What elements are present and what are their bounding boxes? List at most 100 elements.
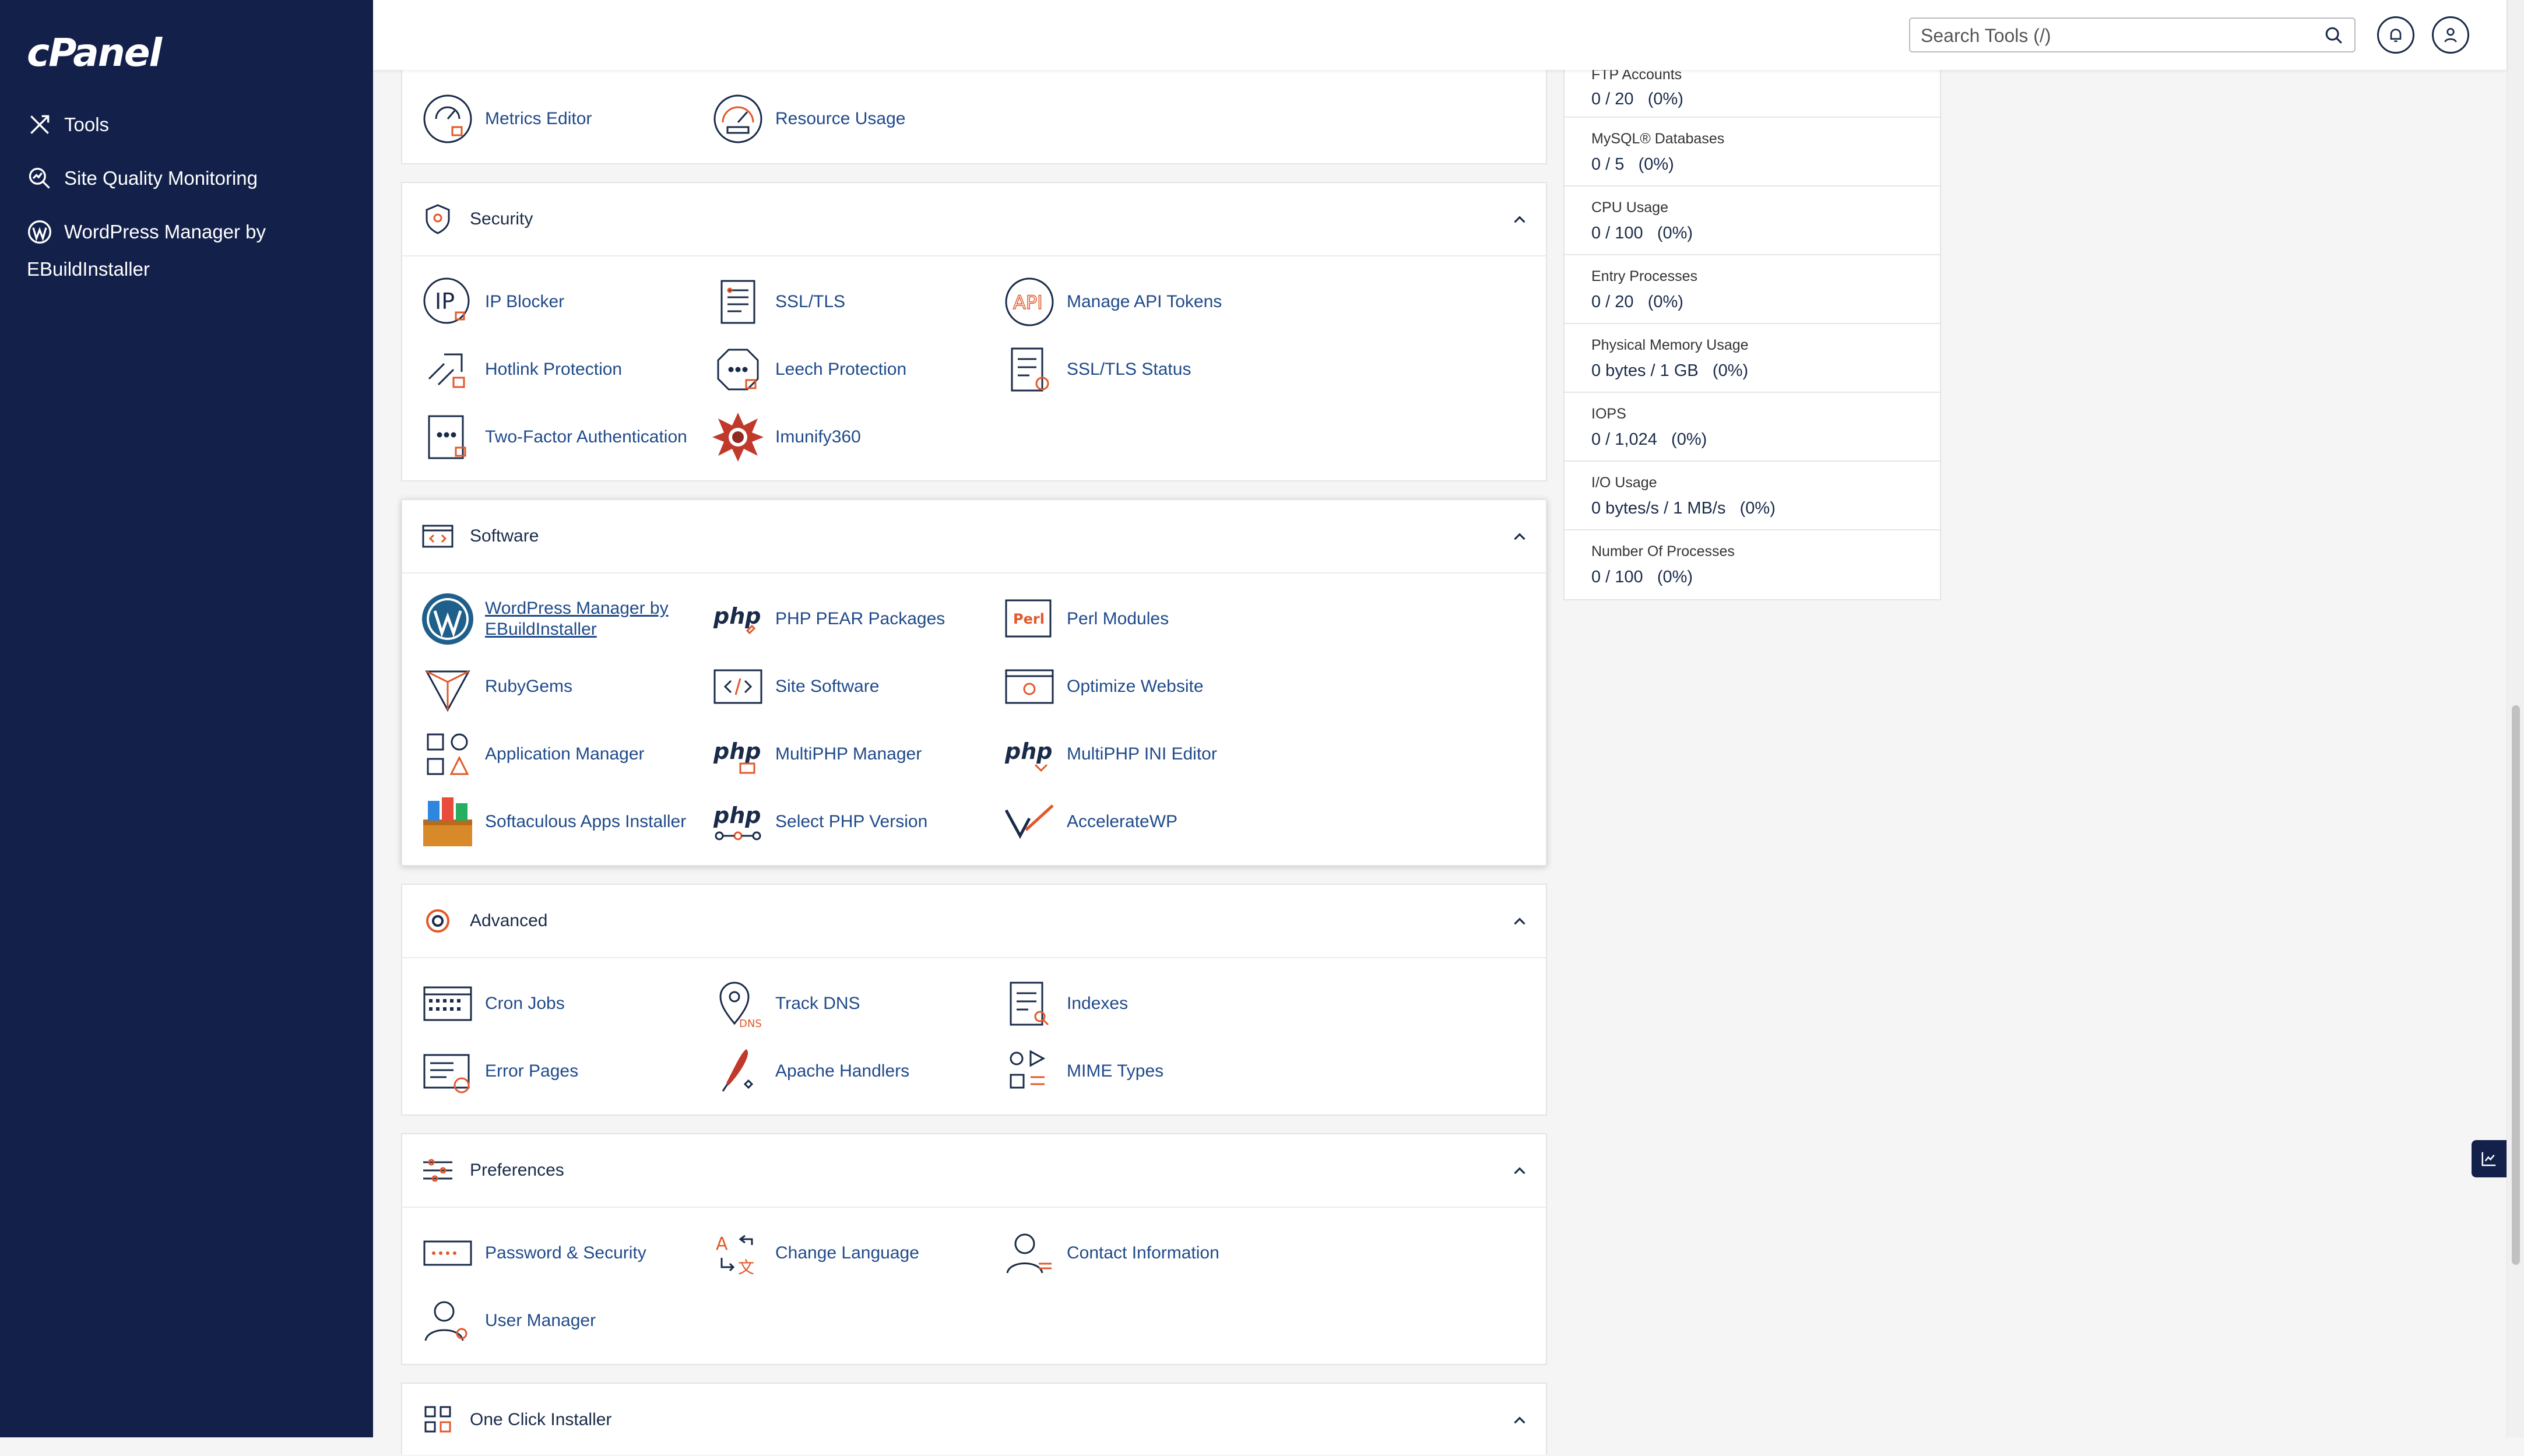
tool-two-factor-authentication[interactable]: Two-Factor Authentication xyxy=(421,410,687,464)
hotlink-icon xyxy=(421,343,474,396)
tool-metrics-editor[interactable]: Metrics Editor xyxy=(421,92,592,146)
code-window-icon xyxy=(711,660,765,713)
tool-label: Resource Usage xyxy=(775,109,906,128)
svg-text:php: php xyxy=(713,603,761,629)
tool-wordpress-manager[interactable]: WordPress Manager by EBuildInstaller xyxy=(421,592,672,646)
security-panel-header[interactable]: Security xyxy=(402,183,1546,256)
tool-error-pages[interactable]: Error Pages xyxy=(421,1044,578,1098)
wordpress-icon xyxy=(421,592,474,646)
tool-perl-modules[interactable]: Perl Perl Modules xyxy=(1003,592,1169,646)
software-panel-header[interactable]: Software xyxy=(402,500,1546,574)
tool-label: MultiPHP INI Editor xyxy=(1067,744,1217,764)
stat-value: 0 / 1,024 (0%) xyxy=(1591,430,1707,449)
search-input[interactable] xyxy=(1920,19,2307,52)
acceleratewp-icon xyxy=(1003,795,1056,849)
tool-rubygems[interactable]: RubyGems xyxy=(421,660,572,713)
chevron-up-icon[interactable] xyxy=(1510,1411,1530,1430)
bell-icon xyxy=(2390,29,2402,42)
chevron-up-icon[interactable] xyxy=(1510,210,1530,230)
tool-label: Track DNS xyxy=(775,994,860,1013)
tool-ssl-tls-status[interactable]: SSL/TLS Status xyxy=(1003,343,1191,396)
tool-leech-protection[interactable]: Leech Protection xyxy=(711,343,906,396)
statistics-panel: FTP Accounts 0 / 20 (0%) MySQL® Database… xyxy=(1563,57,1941,600)
chevron-up-icon[interactable] xyxy=(1510,912,1530,931)
stat-label: CPU Usage xyxy=(1591,199,1668,216)
sidebar-item-tools[interactable]: Tools xyxy=(27,106,353,143)
user-menu-button[interactable] xyxy=(2432,16,2469,54)
scrollbar-thumb[interactable] xyxy=(2512,705,2520,1265)
shield-icon xyxy=(426,204,450,234)
tool-change-language[interactable]: A文 Change Language xyxy=(711,1226,919,1280)
tool-ssl-tls[interactable]: SSL/TLS xyxy=(711,275,845,329)
svg-text:A: A xyxy=(716,1234,728,1254)
search-icon[interactable] xyxy=(2324,26,2344,45)
tool-optimize-website[interactable]: Optimize Website xyxy=(1003,660,1204,713)
certificate-status-icon xyxy=(1003,343,1056,396)
one-click-installer-panel-header[interactable]: One Click Installer xyxy=(402,1384,1546,1456)
sidebar-item-label: WordPress Manager by EBuildInstaller xyxy=(27,221,266,280)
tool-acceleratewp[interactable]: AccelerateWP xyxy=(1003,795,1177,849)
stat-entry-processes: Entry Processes 0 / 20 (0%) xyxy=(1565,255,1940,324)
metrics-panel: Metrics Editor Resource Usage xyxy=(401,70,1547,164)
search-box xyxy=(1909,17,2356,52)
tool-application-manager[interactable]: Application Manager xyxy=(421,727,645,781)
floating-chart-button[interactable] xyxy=(2472,1140,2507,1177)
tool-indexes[interactable]: Indexes xyxy=(1003,977,1128,1031)
notifications-button[interactable] xyxy=(2377,16,2414,54)
page-scrollbar[interactable] xyxy=(2507,0,2524,1437)
tool-label: User Manager xyxy=(485,1311,596,1330)
optimize-icon xyxy=(1003,660,1056,713)
tool-mime-types[interactable]: MIME Types xyxy=(1003,1044,1163,1098)
svg-text:API: API xyxy=(1013,291,1043,314)
tool-resource-usage[interactable]: Resource Usage xyxy=(711,92,905,146)
tool-label: Hotlink Protection xyxy=(485,360,623,379)
tool-label: Application Manager xyxy=(485,744,645,764)
tool-hotlink-protection[interactable]: Hotlink Protection xyxy=(421,343,622,396)
tool-contact-information[interactable]: Contact Information xyxy=(1003,1226,1219,1280)
wordpress-icon xyxy=(27,213,54,251)
stat-io-usage: I/O Usage 0 bytes/s / 1 MB/s (0%) xyxy=(1565,462,1940,530)
tool-password-security[interactable]: Password & Security xyxy=(421,1226,646,1280)
tool-select-php-version[interactable]: php Select PHP Version xyxy=(711,795,927,849)
tool-manage-api-tokens[interactable]: API Manage API Tokens xyxy=(1003,275,1222,329)
tool-label: Perl Modules xyxy=(1067,609,1169,628)
tool-label: MultiPHP Manager xyxy=(775,744,922,764)
translate-icon: A文 xyxy=(711,1226,765,1280)
mime-types-icon xyxy=(1003,1044,1056,1098)
softaculous-icon xyxy=(421,795,474,849)
tool-site-software[interactable]: Site Software xyxy=(711,660,879,713)
tool-user-manager[interactable]: User Manager xyxy=(421,1294,596,1348)
chevron-up-icon[interactable] xyxy=(1510,1161,1530,1181)
imunify-icon xyxy=(711,410,765,464)
advanced-panel-header[interactable]: Advanced xyxy=(402,885,1546,958)
tool-label: Two-Factor Authentication xyxy=(485,427,687,446)
tool-cron-jobs[interactable]: Cron Jobs xyxy=(421,977,565,1031)
tool-apache-handlers[interactable]: Apache Handlers xyxy=(711,1044,909,1098)
tool-ip-blocker[interactable]: IP IP Blocker xyxy=(421,275,564,329)
tool-multiphp-ini-editor[interactable]: php MultiPHP INI Editor xyxy=(1003,727,1217,781)
tool-imunify360[interactable]: Imunify360 xyxy=(711,410,861,464)
apps-grid-icon xyxy=(421,727,474,781)
tool-track-dns[interactable]: DNS Track DNS xyxy=(711,977,860,1031)
sidebar-item-site-quality-monitoring[interactable]: Site Quality Monitoring xyxy=(27,160,353,197)
tool-multiphp-manager[interactable]: php MultiPHP Manager xyxy=(711,727,922,781)
document-search-icon xyxy=(1003,977,1056,1031)
section-title: One Click Installer xyxy=(470,1410,612,1429)
stat-cpu-usage: CPU Usage 0 / 100 (0%) xyxy=(1565,187,1940,255)
leech-icon xyxy=(711,343,765,396)
svg-text:文: 文 xyxy=(738,1258,754,1277)
stat-label: I/O Usage xyxy=(1591,474,1657,491)
tool-php-pear-packages[interactable]: php PHP PEAR Packages xyxy=(711,592,945,646)
chart-icon xyxy=(2481,1152,2496,1166)
sidebar-item-wordpress-manager[interactable]: WordPress Manager by EBuildInstaller xyxy=(27,213,330,288)
preferences-panel-header[interactable]: Preferences xyxy=(402,1134,1546,1208)
stat-value: 0 / 20 (0%) xyxy=(1591,293,1683,311)
user-manager-icon xyxy=(421,1294,474,1348)
advanced-panel: Advanced Cron Jobs DNS Track DNS Indexes… xyxy=(401,884,1547,1116)
two-factor-icon xyxy=(421,410,474,464)
chevron-up-icon[interactable] xyxy=(1510,527,1530,547)
php-icon: php xyxy=(1003,727,1056,781)
section-title: Preferences xyxy=(470,1160,564,1180)
cpanel-logo[interactable]: cPanel xyxy=(27,30,162,75)
tool-softaculous-apps-installer[interactable]: Softaculous Apps Installer xyxy=(421,795,686,849)
